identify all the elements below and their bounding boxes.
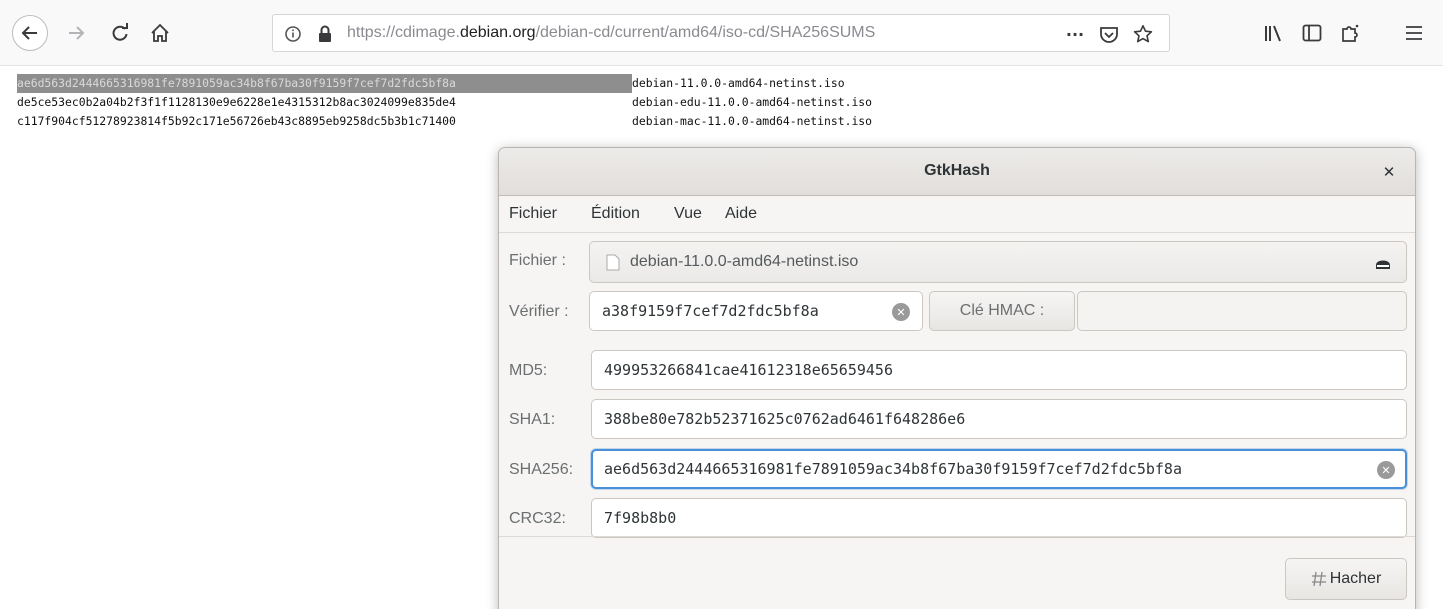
sidebar-icon[interactable] <box>1298 17 1326 49</box>
page-actions-button[interactable]: ··· <box>1063 22 1087 46</box>
url-text: https://cdimage.debian.org/debian-cd/cur… <box>347 24 875 42</box>
home-icon <box>151 23 169 42</box>
crc32-label: CRC32: <box>509 510 566 527</box>
file-label: Fichier : <box>509 252 566 269</box>
forward-button[interactable] <box>62 17 90 49</box>
separator <box>499 536 1415 537</box>
file-chooser-button[interactable]: debian-11.0.0-amd64-netinst.iso <box>589 241 1407 283</box>
close-icon[interactable]: ✕ <box>1377 160 1401 184</box>
verify-label: Vérifier : <box>509 303 569 320</box>
arrow-left-icon <box>21 26 37 40</box>
arrow-right-icon <box>69 26 85 40</box>
reload-icon <box>112 23 128 41</box>
url-domain: debian.org <box>459 24 536 41</box>
list-item: de5ce53ec0b2a04b2f3f1f1128130e9e6228e1e4… <box>17 93 872 112</box>
pocket-icon[interactable] <box>1097 22 1121 46</box>
clear-icon[interactable]: ✕ <box>1377 461 1395 479</box>
sha256-label: SHA256: <box>509 461 574 478</box>
sha256-output[interactable]: ae6d563d2444665316981fe7891059ac34b8f67b… <box>591 449 1407 489</box>
sha256-value: ae6d563d2444665316981fe7891059ac34b8f67b… <box>604 460 1182 478</box>
hash-value[interactable]: c117f904cf51278923814f5b92c171e56726eb43… <box>17 112 632 131</box>
crc32-output[interactable]: 7f98b8b0 <box>591 498 1407 538</box>
md5-output[interactable]: 499953266841cae41612318e65659456 <box>591 350 1407 390</box>
url-path: /debian-cd/current/amd64/iso-cd/SHA256SU… <box>535 24 876 41</box>
menu-fichier[interactable]: Fichier <box>509 205 557 223</box>
list-item: c117f904cf51278923814f5b92c171e56726eb43… <box>17 112 872 131</box>
info-icon[interactable] <box>281 22 305 46</box>
hamburger-menu-icon[interactable] <box>1400 17 1428 49</box>
window-title: GtkHash <box>924 162 990 179</box>
menu-edition[interactable]: Édition <box>591 205 640 223</box>
hmac-key-input[interactable] <box>1077 291 1407 331</box>
sha1-output[interactable]: 388be80e782b52371625c0762ad6461f648286e6 <box>591 399 1407 439</box>
hmac-key-button[interactable]: Clé HMAC : <box>929 291 1075 331</box>
hash-value[interactable]: de5ce53ec0b2a04b2f3f1f1128130e9e6228e1e4… <box>17 93 632 112</box>
verify-value: a38f9159f7cef7d2fdc5bf8a <box>602 302 819 320</box>
menu-bar: Fichier Édition Vue Aide <box>499 197 1415 233</box>
file-name: debian-11.0.0-amd64-netinst.iso <box>632 76 845 90</box>
url-prefix: https://cdimage. <box>347 24 460 41</box>
file-icon <box>606 254 620 271</box>
hash-button-label: Hacher <box>1329 570 1382 587</box>
disk-icon <box>1376 260 1390 269</box>
file-name-text: debian-11.0.0-amd64-netinst.iso <box>630 253 859 270</box>
file-name: debian-mac-11.0.0-amd64-netinst.iso <box>632 114 873 128</box>
clear-icon[interactable]: ✕ <box>892 303 910 321</box>
hash-button[interactable]: Hacher <box>1285 558 1407 600</box>
library-icon[interactable] <box>1260 17 1288 49</box>
hash-icon <box>1311 571 1326 587</box>
sha1-label: SHA1: <box>509 411 556 428</box>
hash-value[interactable]: ae6d563d2444665316981fe7891059ac34b8f67b… <box>17 74 632 93</box>
list-item: ae6d563d2444665316981fe7891059ac34b8f67b… <box>17 74 872 93</box>
md5-label: MD5: <box>509 362 548 379</box>
home-button[interactable] <box>146 17 174 49</box>
browser-toolbar: https://cdimage.debian.org/debian-cd/cur… <box>0 0 1443 66</box>
reload-button[interactable] <box>106 17 134 49</box>
url-bar[interactable]: https://cdimage.debian.org/debian-cd/cur… <box>272 14 1170 52</box>
sha256sums-list: ae6d563d2444665316981fe7891059ac34b8f67b… <box>17 74 872 131</box>
window-titlebar[interactable]: GtkHash ✕ <box>499 148 1415 196</box>
lock-icon <box>313 22 337 46</box>
back-button[interactable] <box>12 15 48 51</box>
file-name: debian-edu-11.0.0-amd64-netinst.iso <box>632 95 873 109</box>
extension-icon[interactable] <box>1336 17 1364 49</box>
gtkhash-window: GtkHash ✕ Fichier Édition Vue Aide Fichi… <box>498 147 1416 609</box>
verify-input[interactable]: a38f9159f7cef7d2fdc5bf8a ✕ <box>589 291 923 331</box>
menu-aide[interactable]: Aide <box>725 205 757 223</box>
menu-vue[interactable]: Vue <box>674 205 702 223</box>
star-icon[interactable] <box>1131 22 1155 46</box>
